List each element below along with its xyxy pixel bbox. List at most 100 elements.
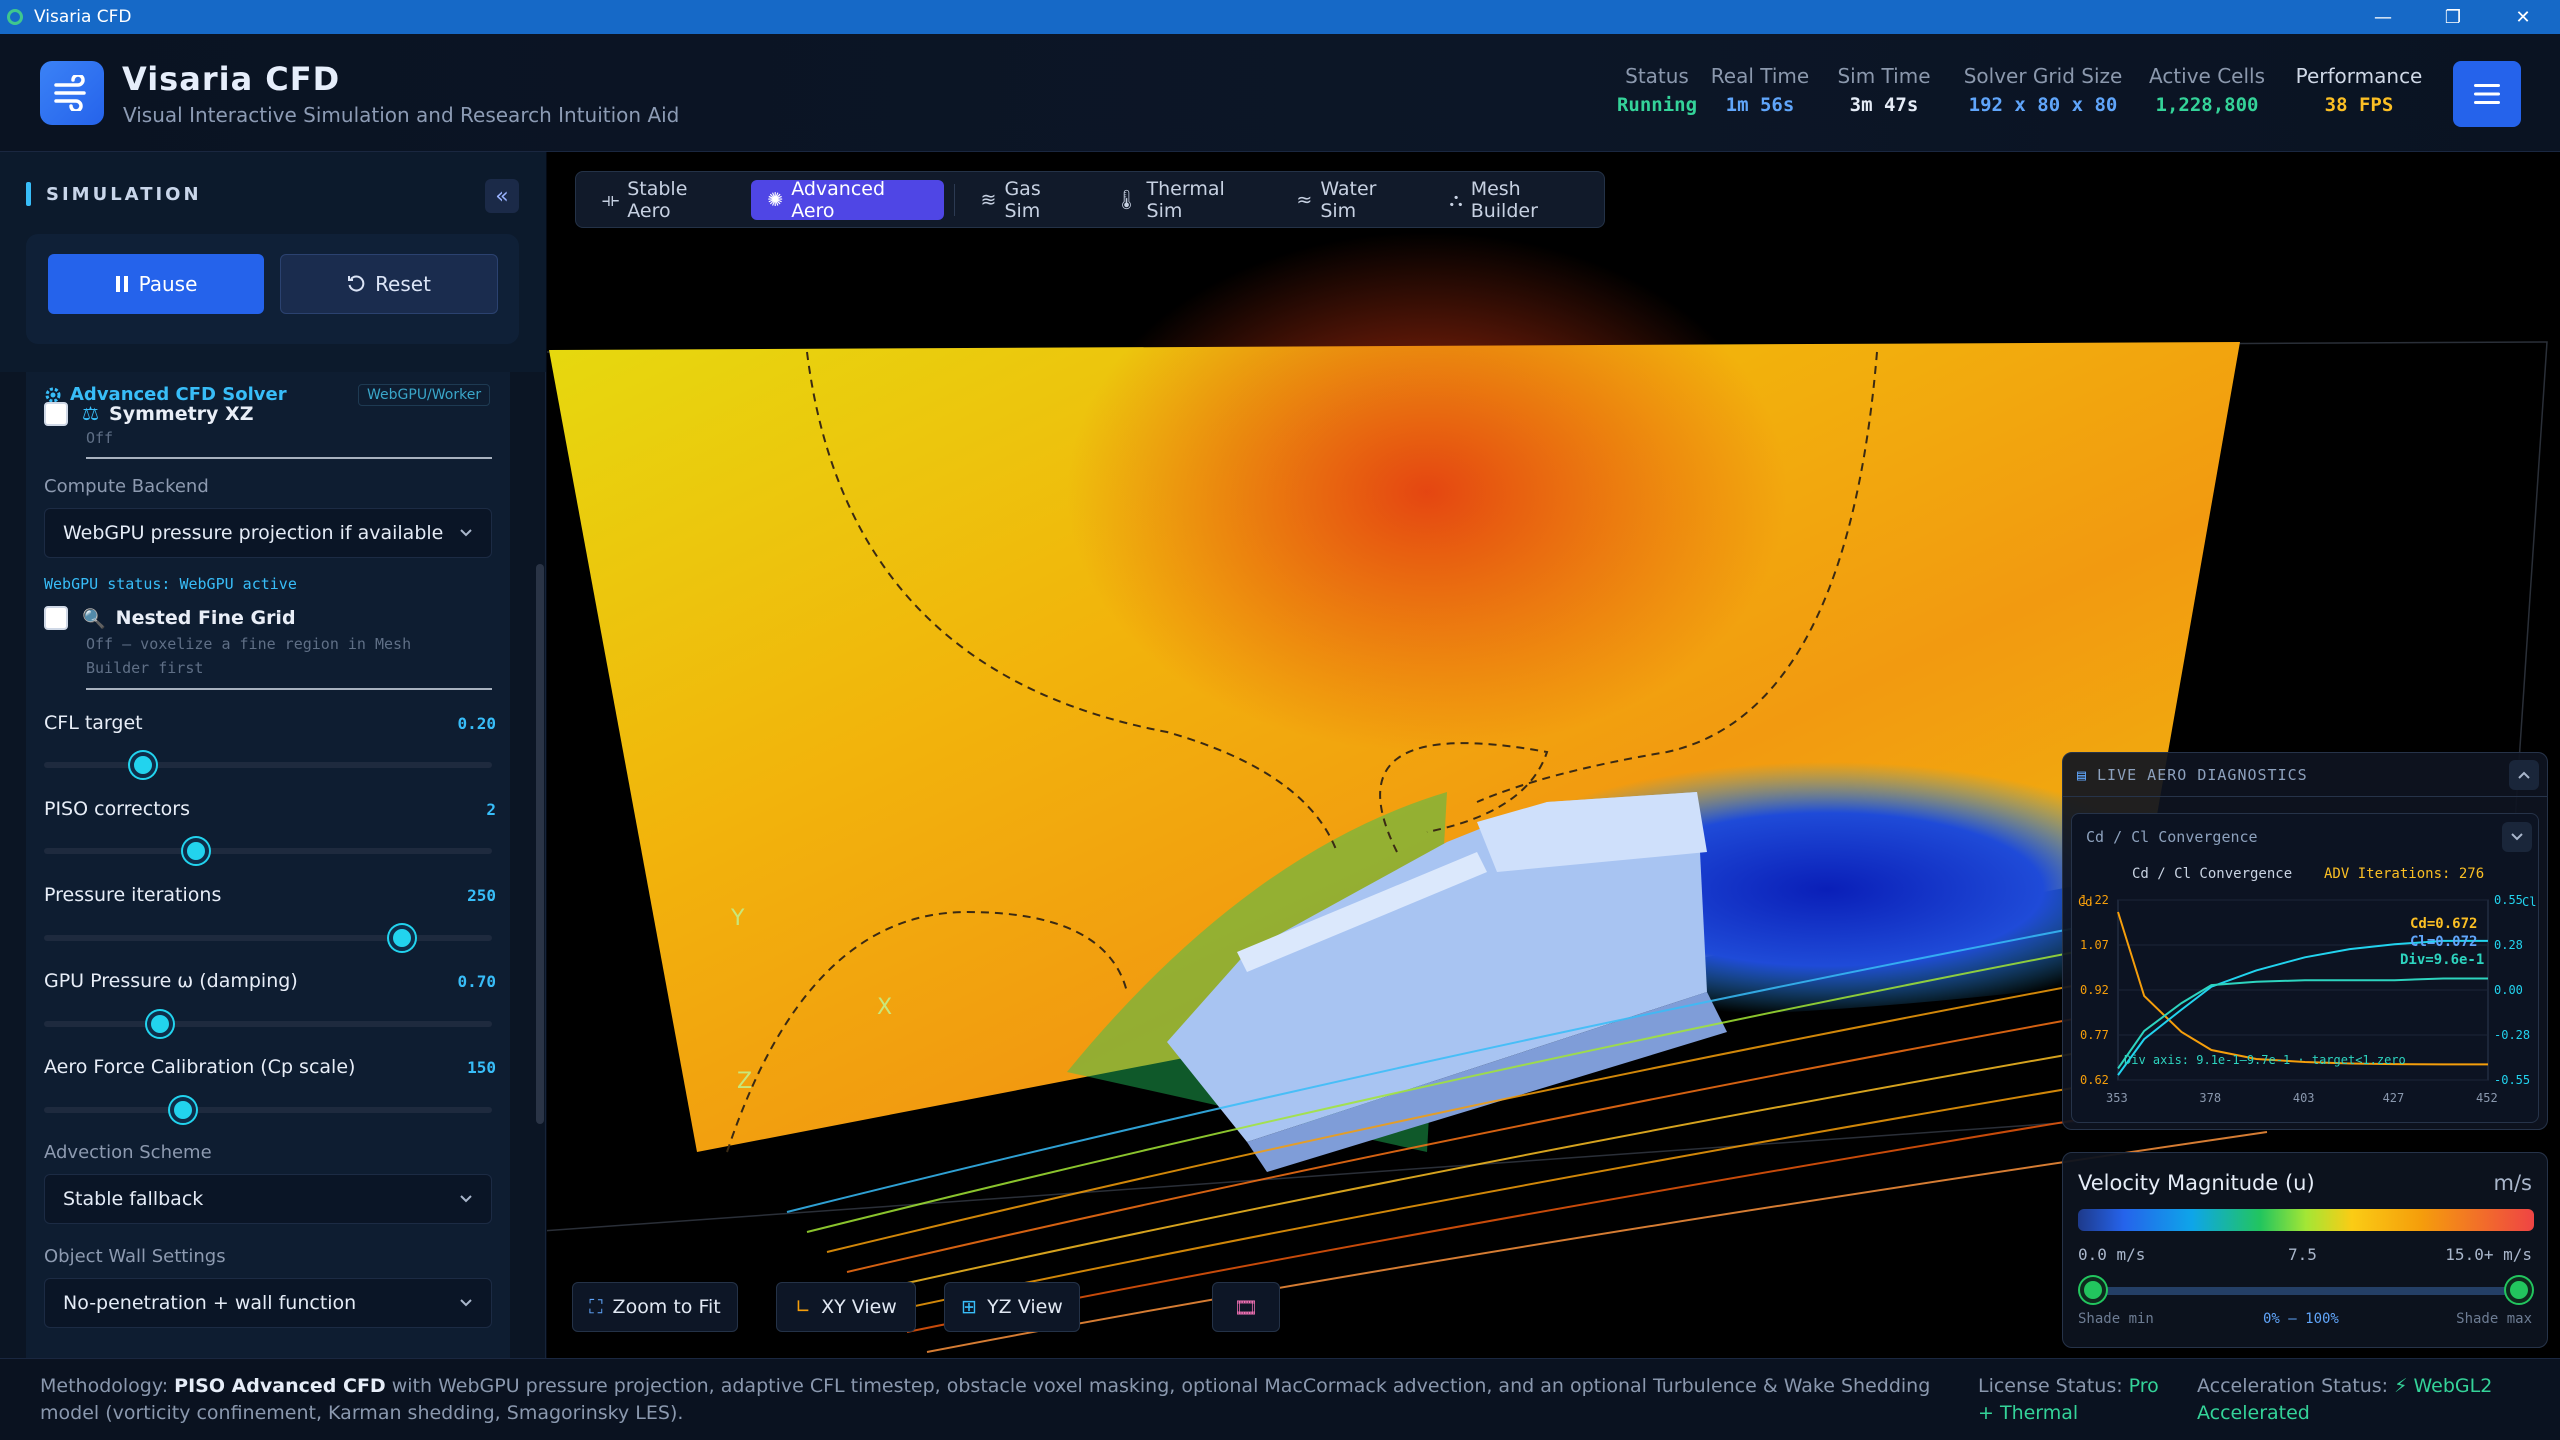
slider-thumb[interactable] [389,925,416,951]
slider-thumb[interactable] [183,838,210,864]
chart-title: Cd / Cl Convergence [2132,866,2292,882]
symmetry-checkbox[interactable] [44,402,68,426]
velocity-legend: Velocity Magnitude (u) m/s 0.0 m/s 7.5 1… [2062,1152,2548,1348]
record-video-button[interactable]: 🎞 [1212,1282,1280,1332]
zoom-to-fit-button[interactable]: ⛶ Zoom to Fit [572,1282,738,1332]
nested-grid-row[interactable]: 🔍 Nested Fine Grid [44,606,296,630]
pause-button[interactable]: Pause [48,254,264,314]
yz-view-button[interactable]: ⊞ YZ View [944,1282,1080,1332]
expand-chart-button[interactable] [2502,822,2532,852]
symmetry-sub: Off [86,429,114,447]
collapse-sidebar-button[interactable]: « [485,179,519,213]
axes-icon: ∟ [795,1296,812,1318]
compute-backend-select[interactable]: WebGPU pressure projection if available [44,508,492,558]
gpu-damping-slider[interactable] [44,1011,492,1037]
pressure-iter-slider[interactable] [44,925,492,951]
legend-min: 0.0 m/s [2078,1245,2146,1264]
nested-grid-sub: Off — voxelize a fine region in Mesh Buil… [86,635,412,677]
x-tick: 452 [2476,1091,2498,1105]
film-icon: 🎞 [1233,1296,1259,1319]
logo-icon [40,61,104,125]
aero-cal-label: Aero Force Calibration (Cp scale) [44,1056,356,1078]
div-readout: Div=9.6e-1 [2400,952,2484,968]
acceleration-status: Acceleration Status: ⚡ WebGL2 Accelerate… [2197,1375,2493,1424]
reset-button[interactable]: Reset [280,254,498,314]
nested-grid-checkbox[interactable] [44,606,68,630]
colormap-bar [2078,1209,2534,1231]
chevron-down-icon [460,1195,472,1203]
tab-mesh-builder[interactable]: ⛬ Mesh Builder [1433,178,1604,222]
x-tick: 353 [2106,1091,2128,1105]
convergence-chart: Cd / Cl Convergence ADV Iterations: 276 … [2078,866,2536,1105]
convergence-card: Cd / Cl Convergence Cd / Cl Convergence … [2071,813,2539,1123]
y-tick-left: 0.92 [2080,983,2109,997]
search-icon: 🔍 [82,607,106,630]
axis-label-z: Z [737,1069,752,1094]
grid-icon: ⊞ [961,1296,978,1318]
tab-thermal-sim[interactable]: 🌡 Thermal Sim [1098,178,1276,222]
section-label: SIMULATION [46,184,202,205]
close-button[interactable]: ✕ [2488,0,2558,34]
minimize-button[interactable]: — [2348,0,2418,34]
shade-range-slider[interactable] [2080,1277,2532,1303]
slider-thumb[interactable] [129,752,156,778]
tab-advanced-aero[interactable]: ✺ Advanced Aero [751,178,944,222]
legend-unit: m/s [2493,1171,2532,1195]
sidebar-scrollbar[interactable] [536,564,544,1124]
stat-real-time: Real Time 1m 56s [1710,64,1810,116]
piso-slider[interactable] [44,838,492,864]
pressure-iter-label: Pressure iterations [44,884,222,906]
maximize-button[interactable]: ❐ [2418,0,2488,34]
slider-thumb[interactable] [147,1011,174,1037]
cfl-label: CFL target [44,712,143,734]
shade-min-thumb[interactable] [2080,1277,2106,1303]
nested-grid-label: Nested Fine Grid [115,607,296,629]
wind-icon: ≋ [980,188,997,211]
pause-icon [115,276,128,292]
cl-readout: Cl=0.072 [2410,934,2477,950]
wall-settings-select[interactable]: No-penetration + wall function [44,1278,492,1328]
advection-select[interactable]: Stable fallback [44,1174,492,1224]
xy-view-button[interactable]: ∟ XY View [776,1282,916,1332]
axis-label-y: Y [730,906,745,931]
gpu-damping-value: 0.70 [457,972,496,991]
stat-performance: Performance 38 FPS [2295,64,2423,116]
slider-thumb[interactable] [169,1097,196,1123]
shade-max-thumb[interactable] [2506,1277,2532,1303]
tab-stable-aero[interactable]: ⟛ Stable Aero [586,178,747,222]
app-header: Visaria CFD Visual Interactive Simulatio… [0,34,2560,152]
aero-cal-slider[interactable] [44,1097,492,1123]
clipboard-icon: ▤ [2077,765,2088,784]
waves-icon: ≈ [1296,188,1313,211]
tab-water-sim[interactable]: ≈ Water Sim [1280,178,1429,222]
y-tick-right: 0.00 [2494,983,2523,997]
scale-icon: ⚖ [82,403,100,425]
menu-button[interactable] [2453,61,2521,127]
symmetry-label: Symmetry XZ [109,403,254,425]
app-title: Visaria CFD [122,60,341,98]
window-titlebar: Visaria CFD — ❐ ✕ [0,0,2560,34]
wall-settings-label: Object Wall Settings [44,1246,226,1267]
sidebar-header: SIMULATION « Pause Reset [0,152,546,372]
stat-grid-size: Solver Grid Size 192 x 80 x 80 [1963,64,2123,116]
collapse-diagnostics-button[interactable] [2509,760,2539,790]
symmetry-row[interactable]: ⚖ Symmetry XZ [44,402,253,426]
x-tick: 378 [2199,1091,2221,1105]
x-tick: 403 [2293,1091,2315,1105]
divider [86,688,492,690]
app-subtitle: Visual Interactive Simulation and Resear… [123,103,680,127]
y-tick-right: -0.28 [2494,1028,2530,1042]
convergence-card-title: Cd / Cl Convergence [2086,828,2258,846]
diagnostics-header[interactable]: ▤ LIVE AERO DIAGNOSTICS [2063,753,2547,797]
x-tick: 427 [2383,1091,2405,1105]
window-title: Visaria CFD [34,7,132,27]
tab-gas-sim[interactable]: ≋ Gas Sim [965,178,1095,222]
shade-min-label: Shade min [2078,1311,2154,1327]
legend-max: 15.0+ m/s [2445,1245,2532,1264]
axis-label-x: X [877,995,892,1020]
gpu-damping-label: GPU Pressure ω (damping) [44,970,298,992]
stable-aero-icon: ⟛ [602,188,620,211]
methodology-text: Methodology: PISO Advanced CFD with WebG… [40,1375,1931,1424]
cd-readout: Cd=0.672 [2410,916,2477,932]
cfl-slider[interactable] [44,752,492,778]
